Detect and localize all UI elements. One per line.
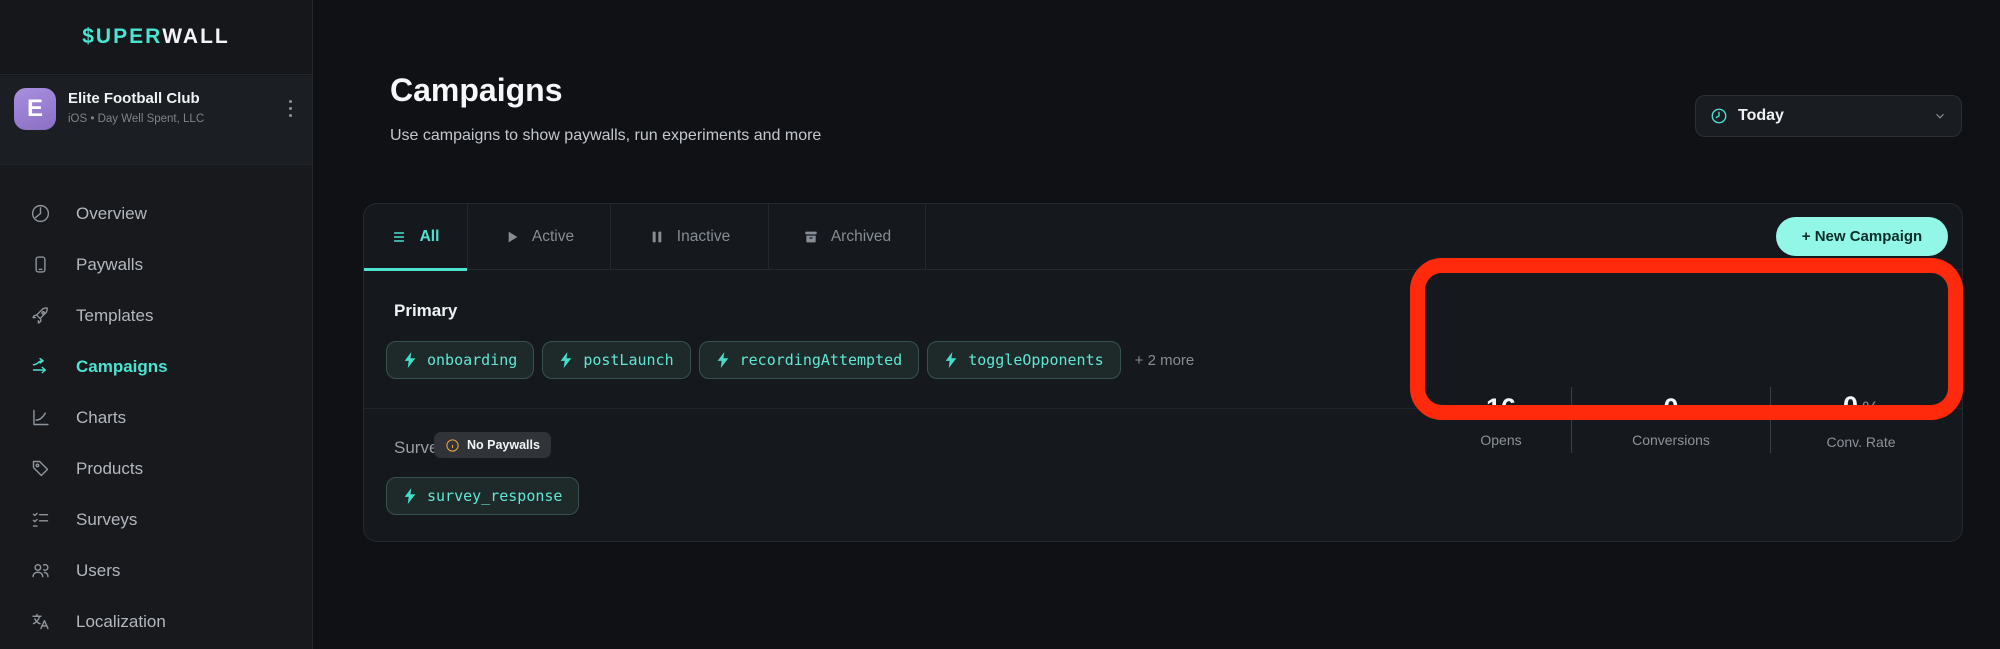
- workspace-subtitle: iOS • Day Well Spent, LLC: [68, 113, 268, 125]
- bolt-icon: [403, 352, 417, 368]
- bolt-icon: [403, 488, 417, 504]
- sidebar-item-label: Overview: [76, 204, 147, 224]
- rocket-icon: [30, 305, 51, 326]
- clock-icon: [1710, 107, 1728, 125]
- translate-icon: [30, 611, 51, 632]
- sidebar-item-charts[interactable]: Charts: [0, 392, 312, 443]
- trigger-tag[interactable]: survey_response: [386, 477, 579, 515]
- no-paywalls-label: No Paywalls: [467, 438, 540, 452]
- checklist-icon: [30, 509, 51, 530]
- sidebar-item-label: Surveys: [76, 510, 137, 530]
- tab-archived[interactable]: Archived: [769, 204, 926, 270]
- sidebar-item-label: Localization: [76, 612, 166, 632]
- sidebar-nav: Overview Paywalls Templates Campaigns Ch…: [0, 188, 312, 647]
- trigger-tag-label: toggleOpponents: [968, 351, 1103, 369]
- play-icon: [504, 229, 520, 245]
- sidebar: $UPERWALL E Elite Football Club iOS • Da…: [0, 0, 313, 649]
- tab-label: Active: [532, 228, 574, 246]
- tab-label: All: [420, 228, 440, 246]
- trigger-tags: onboarding postLaunch recordingAttempted…: [386, 341, 1194, 379]
- gauge-icon: [30, 203, 51, 224]
- branch-arrow-icon: [30, 356, 51, 377]
- campaign-row-survey[interactable]: Survey No Paywalls survey_response: [364, 410, 1962, 542]
- sidebar-item-products[interactable]: Products: [0, 443, 312, 494]
- workspace-name: Elite Football Club: [68, 90, 253, 107]
- workspace-menu-kebab-icon[interactable]: [282, 100, 298, 136]
- date-filter-value: Today: [1738, 107, 1784, 125]
- sidebar-item-label: Users: [76, 561, 120, 581]
- sidebar-item-users[interactable]: Users: [0, 545, 312, 596]
- page-title: Campaigns: [390, 72, 562, 109]
- bolt-icon: [716, 352, 730, 368]
- list-icon: [392, 229, 408, 245]
- superwall-logo: $UPERWALL: [0, 0, 312, 75]
- trigger-tags: survey_response: [386, 477, 579, 515]
- date-filter-dropdown[interactable]: Today: [1695, 95, 1962, 137]
- workspace-switcher[interactable]: E Elite Football Club iOS • Day Well Spe…: [0, 76, 312, 165]
- tab-active[interactable]: Active: [468, 204, 611, 270]
- no-paywalls-badge: No Paywalls: [434, 432, 551, 458]
- campaign-tabs: All Active Inactive Archived: [364, 204, 1962, 270]
- page-subtitle: Use campaigns to show paywalls, run expe…: [390, 127, 821, 145]
- sidebar-item-paywalls[interactable]: Paywalls: [0, 239, 312, 290]
- trigger-tag-label: postLaunch: [583, 351, 673, 369]
- workspace-avatar: E: [14, 88, 56, 130]
- campaign-name: Primary: [394, 301, 457, 321]
- sidebar-item-label: Campaigns: [76, 357, 168, 377]
- trigger-tag[interactable]: postLaunch: [542, 341, 690, 379]
- tab-label: Archived: [831, 228, 891, 246]
- chart-icon: [30, 407, 51, 428]
- sidebar-item-surveys[interactable]: Surveys: [0, 494, 312, 545]
- pause-icon: [649, 229, 665, 245]
- trigger-tag-label: onboarding: [427, 351, 517, 369]
- bolt-icon: [944, 352, 958, 368]
- archive-icon: [803, 229, 819, 245]
- trigger-tag[interactable]: recordingAttempted: [699, 341, 920, 379]
- sidebar-item-label: Charts: [76, 408, 126, 428]
- trigger-tag[interactable]: toggleOpponents: [927, 341, 1120, 379]
- more-tags-label: + 2 more: [1135, 352, 1195, 369]
- tag-icon: [30, 458, 51, 479]
- campaign-row-primary[interactable]: Primary onboarding postLaunch recordingA…: [364, 270, 1962, 409]
- campaigns-panel: All Active Inactive Archived + New Campa…: [363, 203, 1963, 542]
- bolt-icon: [559, 352, 573, 368]
- trigger-tag-label: recordingAttempted: [740, 351, 903, 369]
- tab-all[interactable]: All: [364, 204, 468, 270]
- sidebar-item-templates[interactable]: Templates: [0, 290, 312, 341]
- new-campaign-button[interactable]: + New Campaign: [1776, 217, 1948, 256]
- info-icon: [445, 438, 460, 453]
- chevron-down-icon: [1933, 109, 1947, 123]
- trigger-tag-label: survey_response: [427, 487, 562, 505]
- sidebar-item-label: Templates: [76, 306, 153, 326]
- tab-inactive[interactable]: Inactive: [611, 204, 769, 270]
- logo-text-teal: $UPER: [82, 25, 162, 49]
- phone-icon: [30, 254, 51, 275]
- logo-text-white: WALL: [162, 25, 229, 49]
- sidebar-item-localization[interactable]: Localization: [0, 596, 312, 647]
- trigger-tag[interactable]: onboarding: [386, 341, 534, 379]
- sidebar-item-label: Products: [76, 459, 143, 479]
- tab-label: Inactive: [677, 228, 730, 246]
- sidebar-item-campaigns[interactable]: Campaigns: [0, 341, 312, 392]
- users-icon: [30, 560, 51, 581]
- sidebar-item-overview[interactable]: Overview: [0, 188, 312, 239]
- sidebar-item-label: Paywalls: [76, 255, 143, 275]
